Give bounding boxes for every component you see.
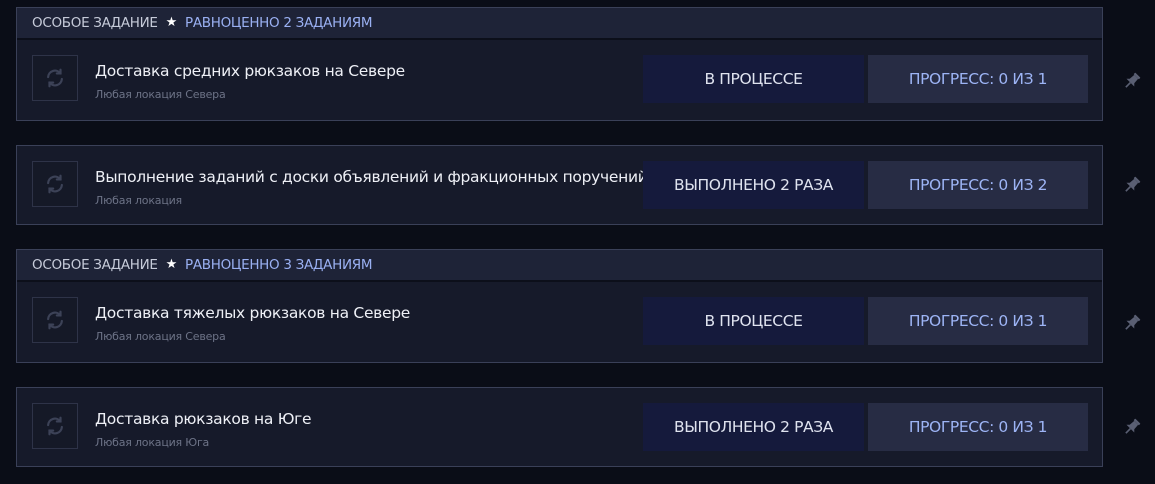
quest-card: Выполнение заданий с доски объявлений и …	[16, 145, 1103, 225]
pin-icon[interactable]	[1120, 69, 1144, 93]
pin-icon[interactable]	[1120, 173, 1144, 197]
quest-card: ОСОБОЕ ЗАДАНИЕ ★ РАВНОЦЕННО 3 ЗАДАНИЯМ Д…	[16, 249, 1103, 363]
refresh-quest-button[interactable]	[32, 55, 78, 101]
refresh-icon	[47, 174, 63, 194]
equivalence-label: РАВНОЦЕННО 3 ЗАДАНИЯМ	[185, 257, 373, 273]
quest-progress-button[interactable]: ПРОГРЕСС: 0 ИЗ 1	[868, 55, 1088, 103]
quest-location: Любая локация Юга	[95, 436, 210, 449]
refresh-icon	[47, 416, 63, 436]
quest-title: Выполнение заданий с доски объявлений и …	[95, 168, 648, 186]
quest-row: Доставка средних рюкзаков на Севере Люба…	[17, 40, 1102, 118]
refresh-icon	[47, 68, 63, 88]
quest-card: ОСОБОЕ ЗАДАНИЕ ★ РАВНОЦЕННО 2 ЗАДАНИЯМ Д…	[16, 7, 1103, 121]
quest-status-button[interactable]: В ПРОЦЕССЕ	[643, 55, 864, 103]
quest-list: ОСОБОЕ ЗАДАНИЕ ★ РАВНОЦЕННО 2 ЗАДАНИЯМ Д…	[0, 0, 1155, 484]
star-icon: ★	[165, 14, 178, 30]
refresh-quest-button[interactable]	[32, 403, 78, 449]
quest-progress-button[interactable]: ПРОГРЕСС: 0 ИЗ 1	[868, 403, 1088, 451]
quest-progress-button[interactable]: ПРОГРЕСС: 0 ИЗ 1	[868, 297, 1088, 345]
quest-row: Доставка тяжелых рюкзаков на Севере Люба…	[17, 282, 1102, 360]
quest-status-button[interactable]: ВЫПОЛНЕНО 2 РАЗА	[643, 161, 864, 209]
pin-icon[interactable]	[1120, 311, 1144, 335]
quest-location: Любая локация Севера	[95, 330, 226, 343]
refresh-quest-button[interactable]	[32, 297, 78, 343]
special-quest-header: ОСОБОЕ ЗАДАНИЕ ★ РАВНОЦЕННО 3 ЗАДАНИЯМ	[17, 250, 1102, 282]
quest-card: Доставка рюкзаков на Юге Любая локация Ю…	[16, 387, 1103, 467]
refresh-quest-button[interactable]	[32, 161, 78, 207]
quest-title: Доставка тяжелых рюкзаков на Севере	[95, 304, 411, 322]
refresh-icon	[47, 310, 63, 330]
quest-location: Любая локация	[95, 194, 182, 207]
quest-status-button[interactable]: ВЫПОЛНЕНО 2 РАЗА	[643, 403, 864, 451]
pin-icon[interactable]	[1120, 415, 1144, 439]
special-quest-header: ОСОБОЕ ЗАДАНИЕ ★ РАВНОЦЕННО 2 ЗАДАНИЯМ	[17, 8, 1102, 40]
quest-progress-button[interactable]: ПРОГРЕСС: 0 ИЗ 2	[868, 161, 1088, 209]
quest-title: Доставка рюкзаков на Юге	[95, 410, 312, 428]
quest-location: Любая локация Севера	[95, 88, 226, 101]
equivalence-label: РАВНОЦЕННО 2 ЗАДАНИЯМ	[185, 15, 373, 31]
quest-row: Доставка рюкзаков на Юге Любая локация Ю…	[17, 388, 1102, 466]
quest-title: Доставка средних рюкзаков на Севере	[95, 62, 405, 80]
quest-row: Выполнение заданий с доски объявлений и …	[17, 146, 1102, 224]
special-quest-label: ОСОБОЕ ЗАДАНИЕ	[32, 257, 158, 273]
special-quest-label: ОСОБОЕ ЗАДАНИЕ	[32, 15, 158, 31]
quest-status-button[interactable]: В ПРОЦЕССЕ	[643, 297, 864, 345]
star-icon: ★	[165, 256, 178, 272]
